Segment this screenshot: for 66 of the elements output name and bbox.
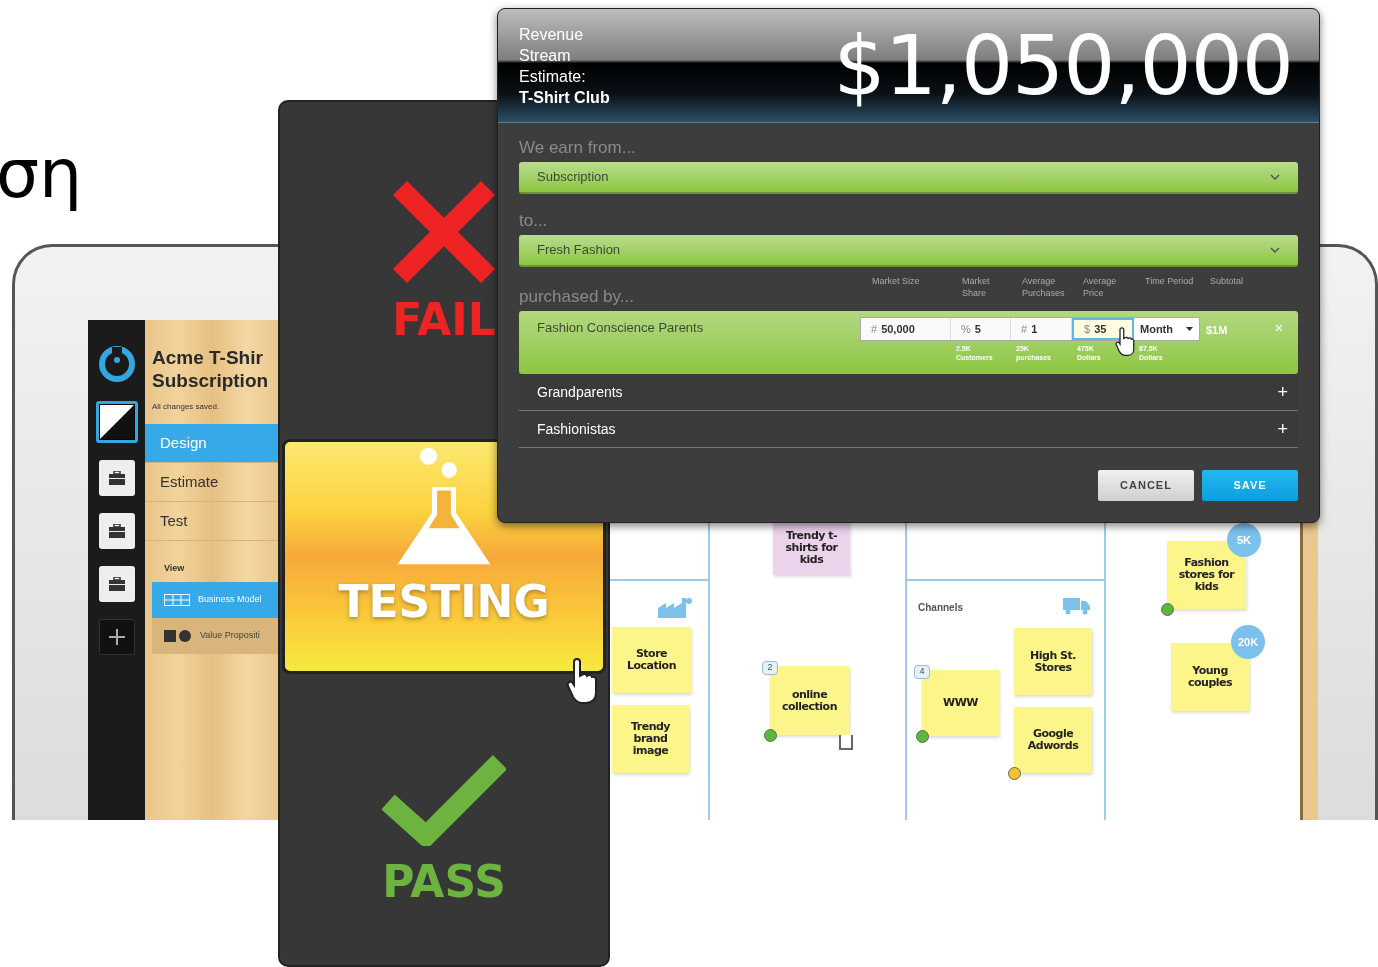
stream-name: T-Shirt Club: [519, 87, 610, 108]
tool-button[interactable]: [98, 619, 135, 655]
column-header: Average Purchases: [1021, 275, 1066, 299]
briefcase-icon: [108, 471, 125, 485]
status-label: TESTING: [338, 580, 550, 625]
column-header: Market Size: [871, 275, 921, 288]
factory-icon: [658, 596, 694, 618]
section-label: purchased by...: [519, 285, 635, 308]
view-option[interactable]: Value Propositi: [152, 617, 280, 654]
comment-count: 4: [914, 665, 930, 679]
sticky-note: Trendy brand image: [612, 705, 689, 773]
status-label: FAIL: [392, 298, 496, 342]
model-thumbnail-icon: [99, 405, 134, 439]
estimate-amount: $1,050,000: [833, 24, 1293, 107]
truck-icon: [1063, 598, 1091, 615]
segment-name: Fashion Conscience Parents: [537, 319, 705, 337]
tool-button[interactable]: [95, 401, 138, 443]
pointer-hand-icon: [566, 656, 598, 704]
section-label: We earn from...: [519, 137, 637, 159]
logo-icon: [98, 346, 135, 382]
plus-icon: [107, 628, 126, 646]
subtotal: $1M: [1205, 323, 1229, 338]
number-field[interactable]: % 5: [951, 318, 1011, 340]
briefcase-icon: [108, 524, 125, 538]
status-label: PASS: [382, 859, 506, 904]
dialog-title: Revenue: [519, 24, 585, 45]
dropdown[interactable]: Subscription: [519, 162, 1298, 194]
add-button[interactable]: +: [1277, 383, 1288, 401]
chevron-down-icon: [1270, 247, 1280, 253]
square-and-circle-icon: [164, 629, 192, 642]
sticky-note: High St. Stores: [1014, 628, 1092, 695]
dialog-title: Stream: [519, 45, 572, 66]
project-title: Acme T-Shir: [152, 346, 264, 369]
number-field[interactable]: # 50,000: [861, 318, 951, 340]
checkbox[interactable]: [839, 735, 853, 750]
status-card[interactable]: PASS: [280, 673, 608, 965]
dialog-title: Estimate:: [519, 66, 587, 87]
view-label: View: [163, 562, 186, 575]
cancel-button[interactable]: CANCEL: [1098, 470, 1194, 501]
column-header: Time Period: [1144, 275, 1195, 288]
section-label: Channels: [918, 601, 963, 615]
column-header: Average Price: [1082, 275, 1118, 299]
check-icon: [382, 753, 506, 846]
tool-button[interactable]: [98, 566, 135, 602]
sticky-note: Store Location: [612, 627, 691, 693]
project-title: Subscription: [152, 369, 270, 392]
briefcase-icon: [108, 577, 125, 591]
column-header: Market Share: [961, 275, 991, 299]
sticky-note: Google Adwords: [1014, 707, 1092, 773]
flask-icon: [396, 446, 492, 567]
number-field[interactable]: # 1: [1011, 318, 1072, 340]
tool-button[interactable]: [98, 513, 135, 549]
tool-button[interactable]: [98, 460, 135, 496]
number-field[interactable]: $ 35: [1072, 318, 1134, 340]
save-status: All changes saved.: [151, 401, 221, 413]
chevron-down-icon: [1270, 174, 1280, 180]
column-header: Subtotal: [1209, 275, 1245, 288]
caret-down-icon: [1186, 327, 1193, 331]
cross-icon: [392, 180, 496, 284]
add-button[interactable]: +: [1277, 420, 1288, 438]
sticky-note: Trendy t-shirts for kids: [773, 520, 850, 575]
dropdown[interactable]: Fresh Fashion: [519, 235, 1298, 267]
pointer-hand-icon: [1114, 326, 1136, 356]
section-label: to...: [519, 210, 549, 232]
comment-count: 2: [762, 661, 778, 675]
grid-icon: [164, 593, 190, 606]
